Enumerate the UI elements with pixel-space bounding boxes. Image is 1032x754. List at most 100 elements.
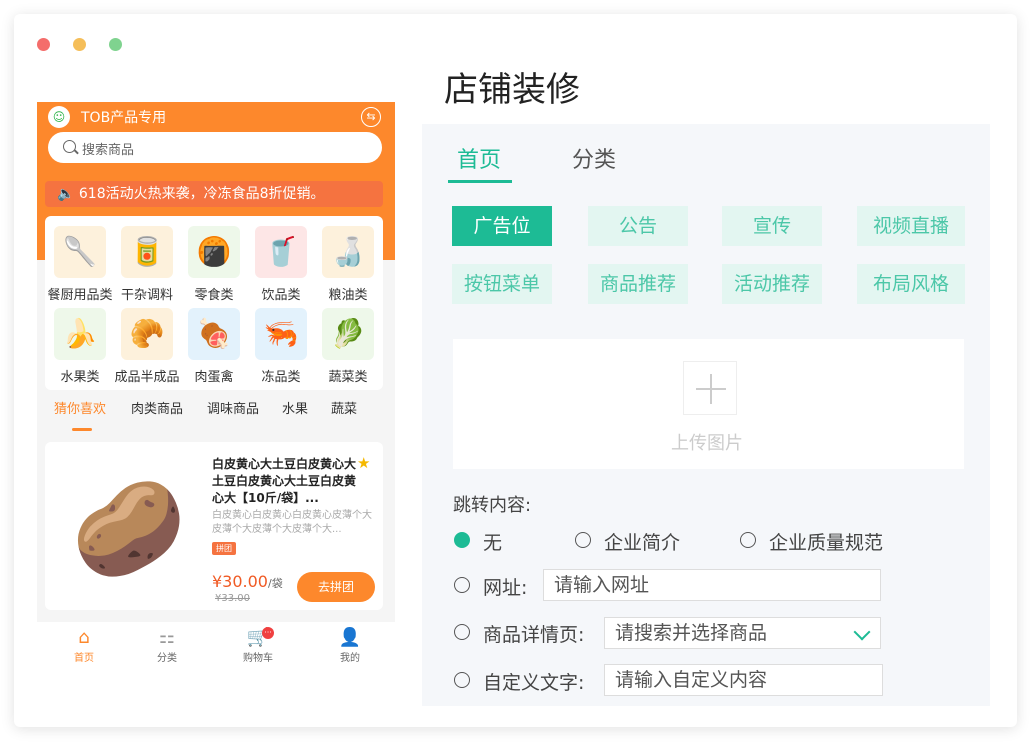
product-select[interactable]: 请搜索并选择商品 [604,617,881,649]
module-chip[interactable]: 广告位 [452,206,552,246]
category-item[interactable]: 🍌 水果类 [47,308,113,385]
category-image: 🦐 [255,308,307,360]
custom-text-input[interactable]: 请输入自定义内容 [604,664,883,696]
category-item[interactable]: 🥐 成品半成品 [114,308,180,385]
nav-home-label: 首页 [74,653,94,664]
nav-mine-label: 我的 [340,653,360,664]
cart-badge: ··· [262,627,274,639]
app-window: 店铺装修 ☺ TOB产品专用 ⇆ 搜索商品 🔈 618活动火热来袭，冷冻食品8折… [14,14,1017,727]
close-dot[interactable] [37,38,50,51]
group-badge: 拼团 [212,542,236,555]
chevron-down-icon [853,623,871,641]
tab-seasoning[interactable]: 调味商品 [207,398,259,417]
module-chip[interactable]: 公告 [588,206,688,246]
module-chip[interactable]: 商品推荐 [588,264,688,304]
product-card[interactable]: 🥔 白皮黄心大土豆白皮黄心大土豆白皮黄心大土豆白皮黄心大【10斤/袋】... ★… [45,442,383,610]
category-label: 餐厨用品类 [47,288,113,303]
nav-mine[interactable]: 👤 我的 [320,627,380,664]
category-item[interactable]: 🥫 干杂调料 [114,226,180,303]
editor-tab-indicator [448,180,512,183]
category-image: 🍶 [322,226,374,278]
minimize-dot[interactable] [73,38,86,51]
star-icon[interactable]: ★ [357,454,370,472]
category-item[interactable]: 🦐 冻品类 [248,308,314,385]
product-image: 🥔 [71,475,187,582]
radio-custom-label: 自定义文字: [483,672,585,694]
category-label: 成品半成品 [114,370,180,385]
tab-guess[interactable]: 猜你喜欢 [54,398,106,417]
upload-text: 上传图片 [671,433,743,454]
upload-area[interactable]: 上传图片 [453,339,964,469]
category-image: 🥬 [322,308,374,360]
radio-quality[interactable] [740,532,756,548]
radio-intro[interactable] [575,532,591,548]
radio-intro-label: 企业简介 [604,532,681,554]
nav-category[interactable]: ⚏ 分类 [137,627,197,664]
category-item[interactable]: 🥤 饮品类 [248,226,314,303]
nav-cart[interactable]: 🛒 ··· 购物车 [228,627,288,664]
category-item[interactable]: 🥄 餐厨用品类 [47,226,113,303]
tab-vegetable[interactable]: 蔬菜 [331,398,357,417]
product-desc: 白皮黄心白皮黄心白皮黄心皮薄个大皮薄个大皮薄个大皮薄个大... [212,510,372,535]
radio-detail[interactable] [454,624,470,640]
module-chip[interactable]: 活动推荐 [722,264,822,304]
tab-meat[interactable]: 肉类商品 [131,398,183,417]
store-name: TOB产品专用 [81,110,167,126]
switch-icon[interactable]: ⇆ [361,107,381,127]
category-image: 🍘 [188,226,240,278]
radio-url-label: 网址: [483,577,528,599]
radio-detail-label: 商品详情页: [483,624,585,646]
notice-bar[interactable]: 🔈 618活动火热来袭，冷冻食品8折促销。 [45,181,383,207]
tab-category[interactable]: 分类 [572,142,616,174]
category-image: 🥄 [54,226,106,278]
radio-quality-label: 企业质量规范 [769,532,884,554]
tab-home[interactable]: 首页 [457,142,501,174]
category-image: 🥤 [255,226,307,278]
phone-search-bar[interactable]: 搜索商品 [48,132,382,163]
module-chip[interactable]: 布局风格 [857,264,965,304]
category-label: 零食类 [194,288,234,303]
nav-cart-label: 购物车 [243,653,273,664]
category-image: 🥐 [121,308,173,360]
category-label: 蔬菜类 [328,370,368,385]
nav-home[interactable]: ⌂ 首页 [54,627,114,664]
category-item[interactable]: 🥬 蔬菜类 [315,308,381,385]
tab-fruit[interactable]: 水果 [282,398,308,417]
module-chip[interactable]: 宣传 [722,206,822,246]
plus-icon [683,361,737,415]
category-icon: ⚏ [158,627,176,648]
nav-category-label: 分类 [157,653,177,664]
module-chip[interactable]: 视频直播 [857,206,965,246]
category-label: 水果类 [60,370,100,385]
old-price: ¥33.00 [215,593,250,604]
radio-custom[interactable] [454,672,470,688]
category-item[interactable]: 🍘 零食类 [181,226,247,303]
category-item[interactable]: 🍶 粮油类 [315,226,381,303]
price-unit: /袋 [267,577,283,590]
category-label: 干杂调料 [120,288,173,303]
cart-icon: 🛒 [246,627,270,648]
bottom-nav: ⌂ 首页 ⚏ 分类 🛒 ··· 购物车 👤 我的 [37,622,395,666]
page-title: 店铺装修 [444,70,580,110]
editor-panel: 首页 分类 广告位 公告 宣传 视频直播按钮菜单 商品推荐 活动推荐 布局风格 上传图片 跳… [422,124,990,706]
radio-none[interactable] [454,532,470,548]
search-placeholder: 搜索商品 [82,143,135,158]
user-icon: 👤 [338,627,362,648]
jump-label: 跳转内容: [453,495,532,516]
category-image: 🍌 [54,308,106,360]
product-select-placeholder: 请搜索并选择商品 [615,622,768,644]
store-logo-icon: ☺ [48,106,70,128]
product-price: ¥30.00/袋 [212,572,283,591]
category-label: 饮品类 [261,288,301,303]
module-chip[interactable]: 按钮菜单 [452,264,552,304]
tab-indicator [72,428,92,431]
radio-url[interactable] [454,577,470,593]
category-label: 肉蛋禽 [194,370,234,385]
maximize-dot[interactable] [109,38,122,51]
join-group-button[interactable]: 去拼团 [297,572,375,602]
phone-preview: ☺ TOB产品专用 ⇆ 搜索商品 🔈 618活动火热来袭，冷冻食品8折促销。 🥄… [37,102,395,666]
category-item[interactable]: 🍖 肉蛋禽 [181,308,247,385]
url-input[interactable]: 请输入网址 [543,569,881,601]
search-icon [63,140,76,153]
home-icon: ⌂ [78,627,90,648]
